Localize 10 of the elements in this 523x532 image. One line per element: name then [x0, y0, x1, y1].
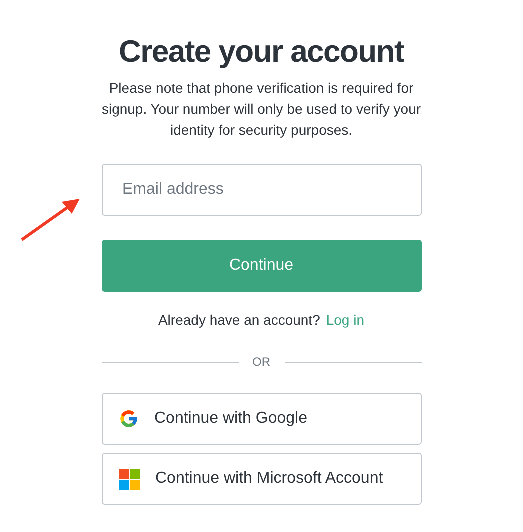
login-prompt: Already have an account? [158, 311, 320, 330]
pointer-arrow-drawing [20, 196, 82, 244]
email-field[interactable]: Email address [102, 164, 422, 216]
google-signin-button[interactable]: Continue with Google [102, 393, 422, 445]
google-logo-icon [118, 409, 138, 429]
microsoft-signin-button[interactable]: Continue with Microsoft Account [102, 453, 422, 505]
verification-note: Please note that phone verification is required for signup. Your number will only be used to verify your identity for security purposes. [102, 79, 422, 140]
page-title: Create your account [118, 33, 406, 71]
microsoft-logo-icon [118, 468, 140, 490]
divider-label: OR [252, 354, 270, 371]
